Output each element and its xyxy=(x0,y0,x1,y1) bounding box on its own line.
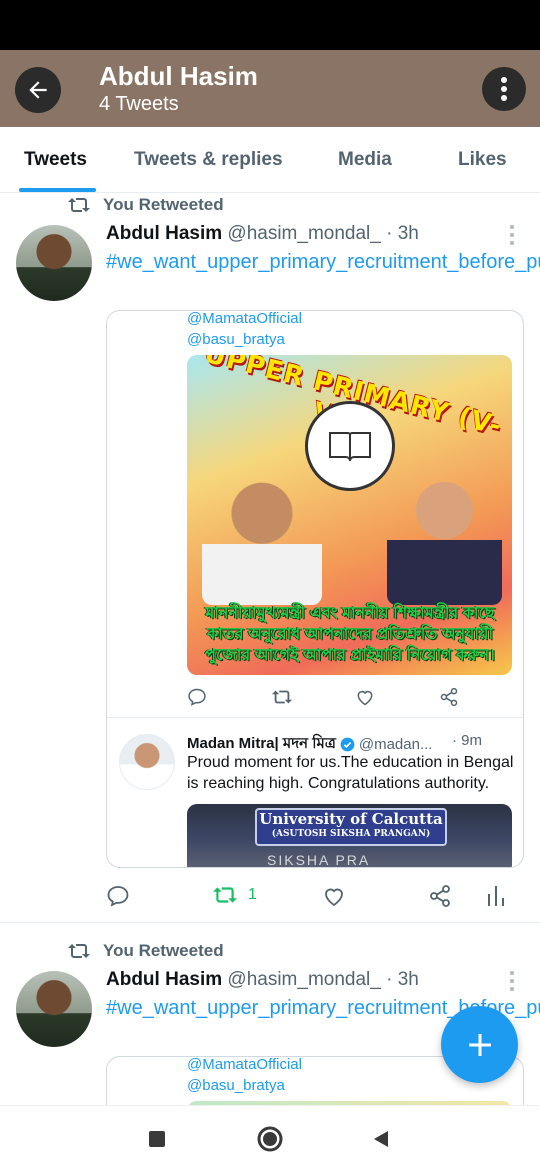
retweet-button[interactable]: 1 xyxy=(212,884,257,906)
retweet-icon xyxy=(68,198,90,212)
nav-square-icon xyxy=(149,1131,165,1147)
nested-tweet-text: Proud moment for us.The education in Ben… xyxy=(187,754,514,792)
share-button[interactable] xyxy=(428,884,452,908)
book-icon xyxy=(329,432,371,462)
reply-icon xyxy=(107,886,129,907)
reply-button[interactable] xyxy=(187,687,207,707)
active-tab-indicator xyxy=(19,188,96,192)
like-icon xyxy=(325,888,343,907)
nav-home-button[interactable] xyxy=(255,1124,285,1154)
tweet-feed[interactable]: You Retweeted Abdul Hasim @hasim_mondal_… xyxy=(0,193,540,1105)
compose-tweet-button[interactable] xyxy=(441,1006,518,1083)
quoted-tweet-card[interactable]: @MamataOfficial @basu_bratya UPPER PRIMA… xyxy=(106,310,524,868)
seal-logo xyxy=(305,401,395,491)
more-options-button[interactable] xyxy=(482,67,526,111)
like-icon xyxy=(357,690,373,706)
retweet-context: You Retweeted xyxy=(67,941,224,961)
share-icon xyxy=(440,687,458,707)
mention-link[interactable]: @MamataOfficial xyxy=(187,311,302,327)
retweet-icon xyxy=(213,887,237,903)
retweet-context: You Retweeted xyxy=(67,195,224,215)
profile-tabs: Tweets Tweets & replies Media Likes xyxy=(0,127,540,193)
author-handle-time: @hasim_mondal_ · 3h xyxy=(227,223,419,244)
back-arrow-icon xyxy=(29,81,47,99)
tweet-menu-button[interactable] xyxy=(506,225,518,245)
like-button[interactable] xyxy=(355,687,375,707)
tab-likes[interactable]: Likes xyxy=(458,149,507,171)
quoted-media-image[interactable]: UPPER PRIMARY (V-VIII) মাননীয়ামুখ্যমন্ত… xyxy=(187,355,512,675)
retweet-label: You Retweeted xyxy=(103,195,224,214)
nav-recents-button[interactable] xyxy=(142,1124,172,1154)
nav-triangle-icon xyxy=(374,1131,388,1147)
status-bar xyxy=(0,0,540,50)
poster-person-image xyxy=(202,470,322,605)
system-nav-bar xyxy=(0,1105,540,1170)
like-button[interactable] xyxy=(322,884,346,908)
plus-icon xyxy=(468,1033,491,1056)
share-icon xyxy=(430,885,450,907)
nested-media-image[interactable]: University of Calcutta (ASUTOSH SIKSHA P… xyxy=(187,804,512,868)
tab-media[interactable]: Media xyxy=(338,149,392,171)
quoted-actions xyxy=(107,681,523,721)
verified-icon xyxy=(340,737,355,752)
profile-header: Abdul Hasim 4 Tweets xyxy=(0,50,540,127)
mention-link[interactable]: @MamataOfficial xyxy=(187,1057,302,1073)
retweet-icon xyxy=(271,690,293,704)
tweet-count: 4 Tweets xyxy=(99,93,179,115)
share-button[interactable] xyxy=(439,687,459,707)
analytics-icon xyxy=(488,886,504,906)
retweet-count: 1 xyxy=(248,886,257,903)
nested-author-handle: @madan... xyxy=(358,736,433,753)
tweet-menu-button[interactable] xyxy=(506,971,518,991)
image-banner: University of Calcutta (ASUTOSH SIKSHA P… xyxy=(255,808,447,846)
analytics-button[interactable] xyxy=(486,884,506,908)
avatar[interactable] xyxy=(119,734,175,790)
nav-back-button[interactable] xyxy=(366,1124,396,1154)
tweet-author-line: Abdul Hasim @hasim_mondal_ · 3h xyxy=(106,223,419,245)
mention-link[interactable]: @basu_bratya xyxy=(187,1077,285,1094)
profile-name: Abdul Hasim xyxy=(99,61,258,91)
poster-caption: মাননীয়ামুখ্যমন্ত্রী এবং মাননীয় শিক্ষাম… xyxy=(205,605,495,664)
tweet-actions: 1 xyxy=(0,876,540,916)
author-name[interactable]: Abdul Hasim xyxy=(106,223,222,244)
poster-person-image xyxy=(387,470,502,605)
retweet-button[interactable] xyxy=(271,687,293,707)
retweet-icon xyxy=(68,944,90,958)
tab-tweets-replies[interactable]: Tweets & replies xyxy=(134,149,283,171)
tab-tweets[interactable]: Tweets xyxy=(24,149,87,171)
nested-time: · 9m xyxy=(452,732,482,749)
hashtag-link[interactable]: #we_want_upper_primary_recruitment_befor… xyxy=(106,248,540,276)
retweet-label: You Retweeted xyxy=(103,941,224,960)
back-button[interactable] xyxy=(15,67,61,113)
image-text: SIKSHA PRA xyxy=(267,852,371,868)
more-vertical-icon xyxy=(501,77,507,101)
reply-button[interactable] xyxy=(106,884,130,908)
reply-icon xyxy=(188,688,206,706)
tweet-author-line: Abdul Hasim @hasim_mondal_ · 3h xyxy=(106,969,419,991)
avatar[interactable] xyxy=(16,971,92,1047)
author-handle-time: @hasim_mondal_ · 3h xyxy=(227,969,419,990)
author-name[interactable]: Abdul Hasim xyxy=(106,969,222,990)
tweet-item[interactable]: You Retweeted Abdul Hasim @hasim_mondal_… xyxy=(0,193,540,923)
mention-link[interactable]: @basu_bratya xyxy=(187,331,285,348)
nav-circle-icon xyxy=(257,1126,283,1152)
nested-quoted-tweet[interactable]: Madan Mitra| মদন মিত্র @madan... · 9m Pr… xyxy=(107,717,523,868)
avatar[interactable] xyxy=(16,225,92,301)
